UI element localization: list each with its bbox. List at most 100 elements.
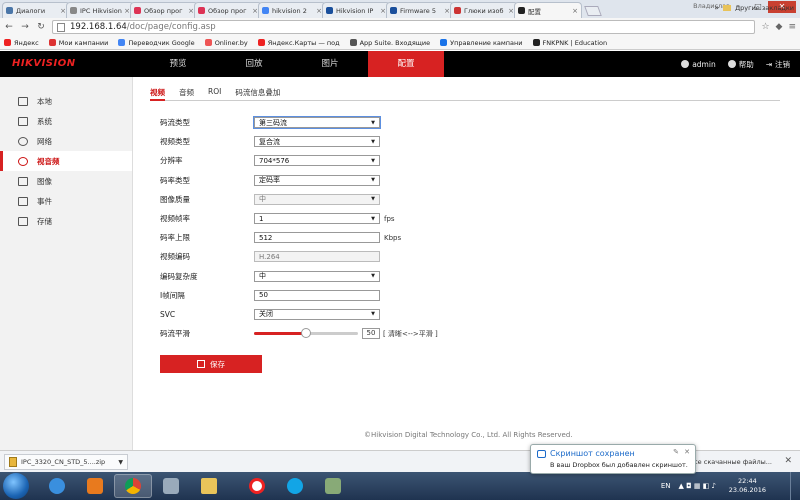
tab-favicon-icon	[326, 7, 333, 14]
sidebar-item-network[interactable]: 网络	[0, 131, 132, 151]
bookmark-item[interactable]: Яндекс	[4, 39, 39, 47]
extension-icon[interactable]: ◆	[776, 22, 783, 32]
dropbox-icon	[537, 449, 546, 458]
row-resolution: 分辨率 704*576 ▼	[160, 151, 438, 170]
sidebar-item-label: 视音频	[37, 156, 60, 166]
slider-handle[interactable]	[301, 328, 311, 339]
new-tab-button[interactable]	[584, 6, 602, 16]
tab-roi[interactable]: ROI	[208, 87, 221, 101]
bookmark-label: FNKPNK | Education	[542, 38, 608, 47]
tab-close-icon[interactable]: ×	[572, 7, 578, 15]
taskbar-skype[interactable]	[276, 474, 314, 498]
logout-link[interactable]: ⇥ 注销	[766, 59, 790, 70]
tab-video[interactable]: 视频	[150, 87, 165, 101]
reload-icon[interactable]: ↻	[36, 22, 46, 32]
forward-icon[interactable]: →	[20, 22, 30, 32]
bookmark-item[interactable]: FNKPNK | Education	[532, 38, 608, 47]
dropbox-notification[interactable]: Скриншот сохранен В ваш Dropbox был доба…	[530, 444, 696, 474]
help-link[interactable]: 帮助	[727, 59, 754, 70]
sidebar-item-event[interactable]: 事件	[0, 191, 132, 211]
bookmark-label: Onliner.by	[214, 38, 248, 47]
sidebar-item-local[interactable]: 本地	[0, 91, 132, 111]
save-button[interactable]: 保存	[160, 355, 262, 373]
browser-tab[interactable]: 配置 ×	[514, 2, 582, 18]
sidebar-item-system[interactable]: 系统	[0, 111, 132, 131]
resolution-select[interactable]: 704*576 ▼	[254, 155, 380, 167]
bookmark-item[interactable]: App Suite. Входящие	[349, 39, 430, 47]
browser-tab[interactable]: hikvision 2 ×	[258, 2, 326, 18]
sidebar-item-storage[interactable]: 存储	[0, 211, 132, 231]
bookmark-item[interactable]: Управление кампани	[440, 39, 523, 47]
bookmark-item[interactable]: Мои кампании	[48, 39, 108, 47]
tool-icon	[325, 478, 341, 494]
taskbar-media[interactable]	[76, 474, 114, 498]
bookmarks-more[interactable]: »	[714, 3, 719, 12]
bookmark-item[interactable]: Onliner.by	[204, 38, 248, 47]
smoothing-value[interactable]: 50	[362, 328, 380, 340]
menu-icon[interactable]: ≡	[788, 22, 796, 32]
close-toast-icon[interactable]: ✕	[684, 448, 690, 456]
language-indicator[interactable]: EN	[661, 482, 671, 490]
show-desktop-button[interactable]	[790, 472, 800, 500]
user-menu[interactable]: admin	[681, 60, 716, 69]
browser-tab[interactable]: Диалоги ×	[2, 2, 70, 18]
tray-icons[interactable]: ▲ ◘ ▦ ◧ ♪	[678, 482, 716, 490]
i-frame-input[interactable]: 50	[254, 289, 380, 301]
sidebar-item-label: 本地	[37, 96, 52, 106]
star-icon[interactable]: ☆	[761, 22, 769, 32]
frame-rate-select[interactable]: 1 ▼	[254, 213, 380, 225]
smoothing-slider[interactable]	[254, 328, 358, 339]
browser-tab[interactable]: Обзор прог ×	[194, 2, 262, 18]
start-button[interactable]	[3, 473, 29, 499]
back-icon[interactable]: ←	[4, 22, 14, 32]
url-input[interactable]: 192.168.1.64/doc/page/config.asp	[52, 20, 756, 34]
chevron-down-icon[interactable]: ▼	[118, 459, 123, 466]
browser-tab[interactable]: Глюки изоб ×	[450, 2, 518, 18]
other-bookmarks[interactable]: Другие закладки	[735, 4, 794, 12]
nav-preview[interactable]: 预览	[140, 51, 216, 77]
video-type-select[interactable]: 复合流 ▼	[254, 136, 380, 148]
select-value: 关闭	[259, 310, 273, 319]
stream-type-select[interactable]: 第三码流 ▼	[253, 116, 381, 130]
clock[interactable]: 22:44 23.06.2016	[729, 477, 766, 495]
row-video-encoding: 视频编码 H.264	[160, 247, 438, 266]
row-smoothing: 码流平滑 50 [ 清晰<-->平滑 ]	[160, 324, 438, 343]
taskbar-explorer[interactable]	[190, 474, 228, 498]
pin-icon[interactable]: ✎	[673, 448, 679, 456]
bookmark-item[interactable]: Яндекс.Карты — под	[257, 38, 340, 47]
config-sidebar: 本地 系统 网络 视音频 图像 事件 存储	[0, 77, 133, 450]
browser-tab[interactable]: Hikvision IP ×	[322, 2, 390, 18]
show-all-downloads[interactable]: Все скачанные файлы...	[690, 458, 772, 466]
max-bitrate-input[interactable]: 512	[254, 232, 380, 244]
download-file-name: IPC_3320_CN_STD_5....zip	[21, 458, 106, 466]
input-value: 50	[259, 291, 268, 300]
tab-favicon-icon	[70, 7, 77, 14]
bookmark-item[interactable]: Переводчик Google	[118, 39, 195, 47]
sidebar-item-image[interactable]: 图像	[0, 171, 132, 191]
tab-audio[interactable]: 音频	[179, 87, 194, 101]
row-video-type: 视频类型 复合流 ▼	[160, 132, 438, 151]
nav-picture[interactable]: 图片	[292, 51, 368, 77]
svc-select[interactable]: 关闭 ▼	[254, 308, 380, 320]
browser-tab[interactable]: IPC Hikvision ×	[66, 2, 134, 18]
download-item[interactable]: IPC_3320_CN_STD_5....zip ▼	[4, 454, 128, 470]
taskbar-chrome[interactable]	[114, 474, 152, 498]
clock-time: 22:44	[738, 477, 757, 485]
taskbar-tool[interactable]	[314, 474, 352, 498]
bookmark-label: Яндекс.Карты — под	[267, 38, 340, 47]
smoothing-label: 码流平滑	[160, 329, 190, 339]
close-download-bar-icon[interactable]: ✕	[784, 456, 792, 466]
browser-tab[interactable]: Firmware 5 ×	[386, 2, 454, 18]
bitrate-type-select[interactable]: 定码率 ▼	[254, 174, 380, 186]
nav-playback[interactable]: 回放	[216, 51, 292, 77]
smoothing-hint: [ 清晰<-->平滑 ]	[383, 329, 438, 338]
taskbar-ie[interactable]	[38, 474, 76, 498]
tab-stream-info[interactable]: 码流信息叠加	[235, 87, 280, 101]
complexity-select[interactable]: 中 ▼	[254, 270, 380, 282]
taskbar-app[interactable]	[152, 474, 190, 498]
sidebar-item-video-audio[interactable]: 视音频	[0, 151, 132, 171]
taskbar-yandex[interactable]	[238, 474, 276, 498]
nav-config[interactable]: 配置	[368, 51, 444, 77]
browser-tab[interactable]: Обзор прог ×	[130, 2, 198, 18]
tab-favicon-icon	[518, 7, 525, 14]
